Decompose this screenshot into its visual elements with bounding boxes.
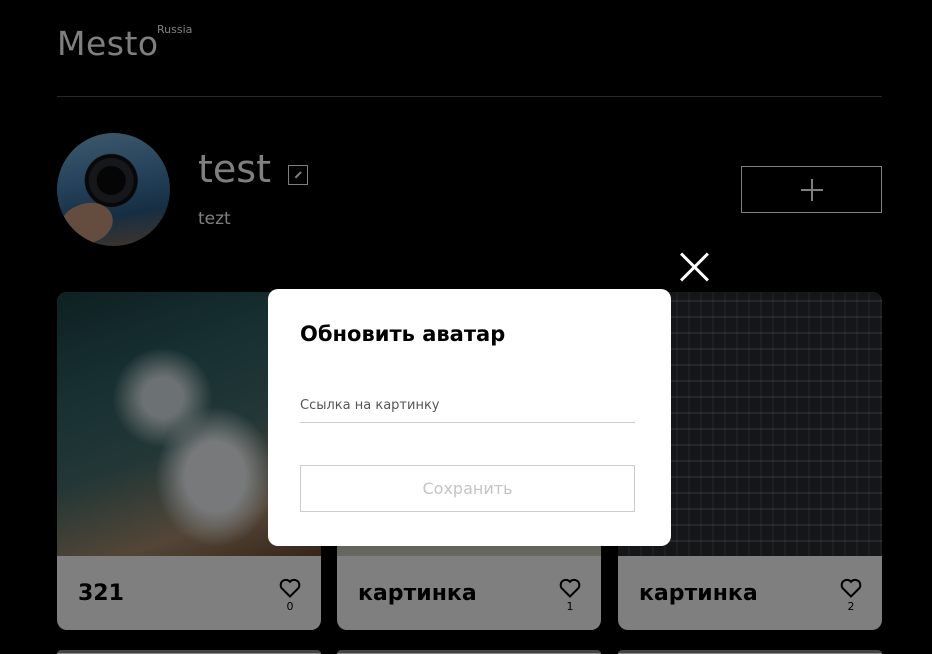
- save-button[interactable]: Сохранить: [300, 465, 635, 512]
- update-avatar-popup: Обновить аватар Сохранить: [268, 289, 671, 546]
- popup-title: Обновить аватар: [300, 322, 506, 346]
- close-icon[interactable]: [678, 250, 710, 282]
- avatar-link-input[interactable]: [300, 389, 635, 423]
